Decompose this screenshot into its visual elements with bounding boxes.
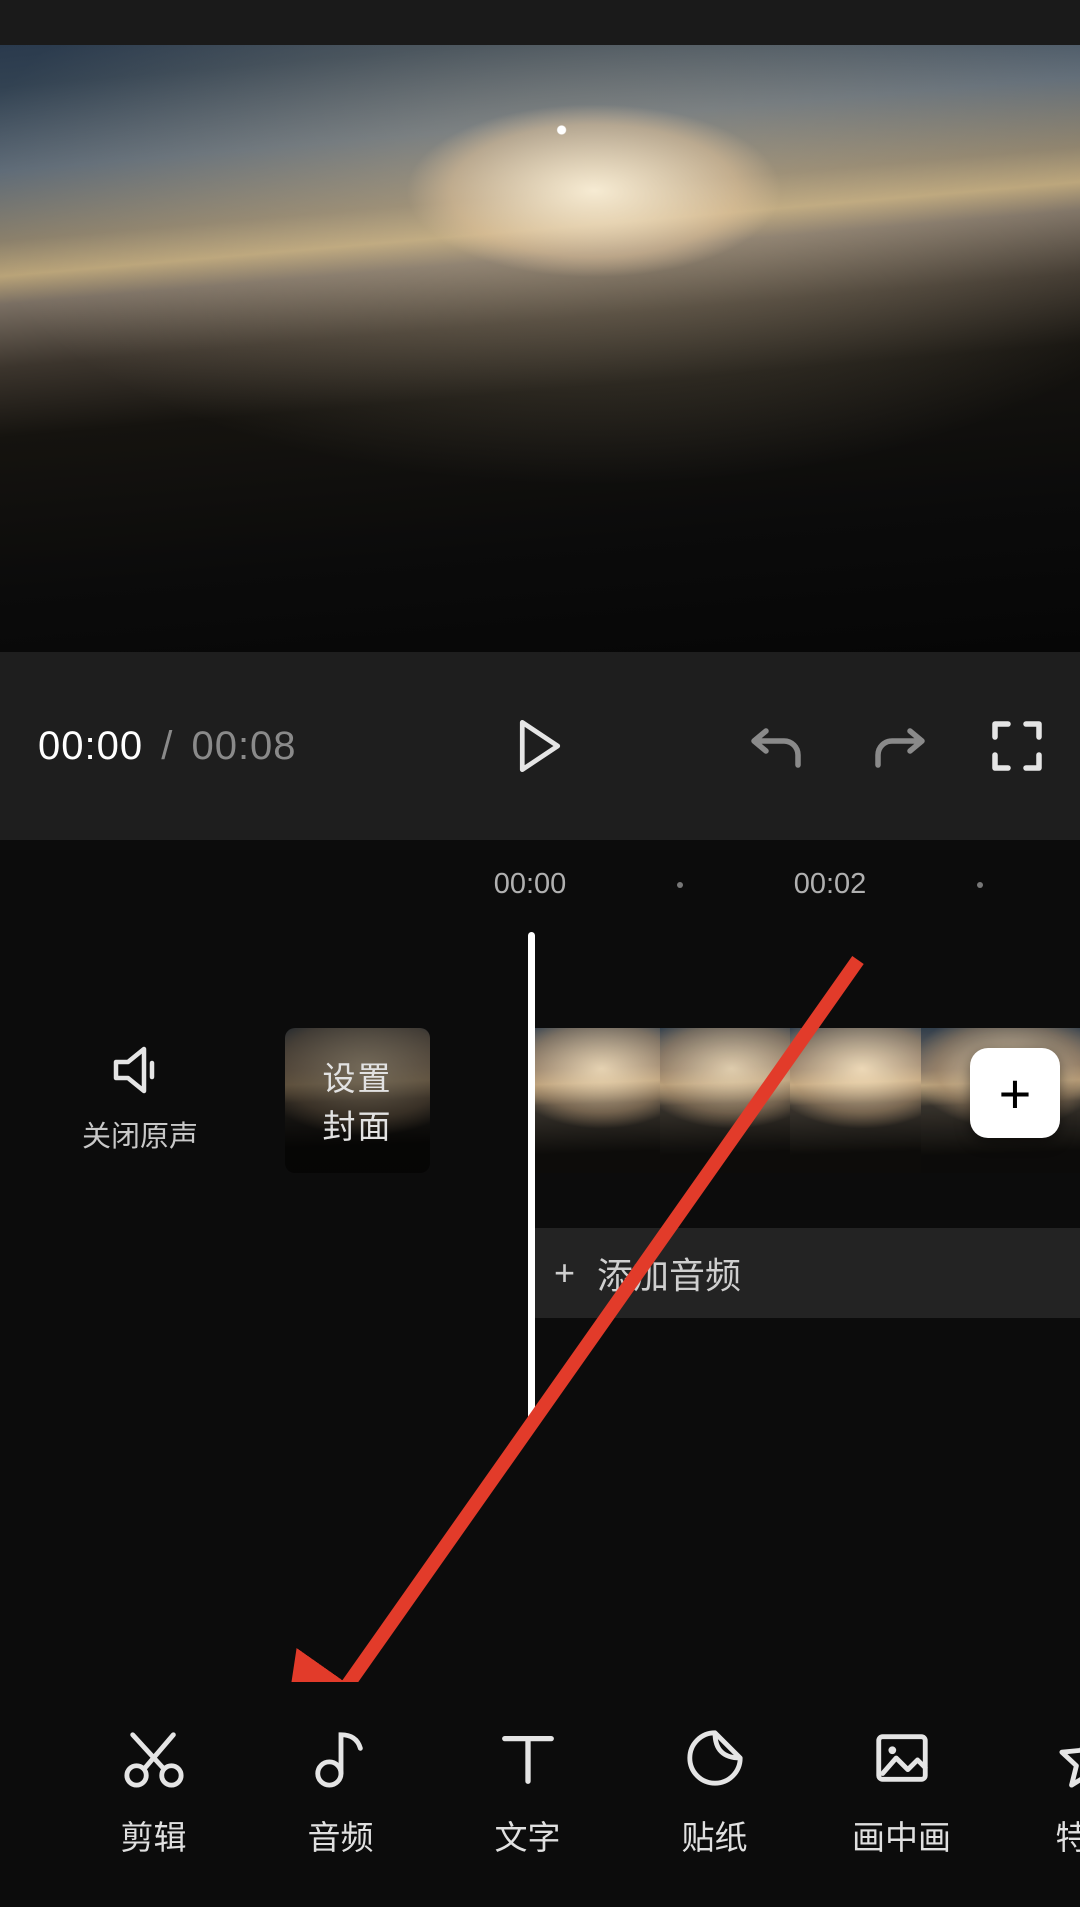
- star-icon: [1058, 1727, 1080, 1789]
- tool-pip[interactable]: 画中画: [808, 1727, 995, 1859]
- time-ruler: 00:00 00:02: [0, 868, 1080, 908]
- add-clip-button[interactable]: +: [970, 1048, 1060, 1138]
- total-time: 00:08: [191, 724, 296, 768]
- tool-audio[interactable]: 音频: [247, 1727, 434, 1859]
- tool-label-sticker: 贴纸: [682, 1811, 748, 1859]
- fullscreen-button[interactable]: [992, 721, 1042, 771]
- ruler-mark-1: 00:02: [794, 868, 867, 901]
- plus-icon: +: [999, 1061, 1032, 1126]
- undo-button[interactable]: [748, 721, 806, 771]
- plus-icon: +: [554, 1252, 575, 1294]
- add-audio-track[interactable]: + 添加音频: [530, 1228, 1080, 1318]
- speaker-icon: [112, 1045, 168, 1095]
- timeline[interactable]: 00:00 00:02 关闭原声 设置 封面: [0, 840, 1080, 1682]
- bottom-toolbar: 剪辑 音频 文字 贴纸: [0, 1682, 1080, 1907]
- tool-text[interactable]: 文字: [434, 1727, 621, 1859]
- tool-sticker[interactable]: 贴纸: [621, 1727, 808, 1859]
- fullscreen-icon: [992, 721, 1042, 771]
- set-cover-button[interactable]: 设置 封面: [285, 1028, 430, 1173]
- sticker-icon: [684, 1727, 746, 1789]
- playhead[interactable]: [528, 932, 535, 1427]
- play-icon: [517, 720, 563, 772]
- mute-original-audio[interactable]: 关闭原声: [0, 1045, 280, 1155]
- tool-label-effect: 特效: [1056, 1811, 1080, 1859]
- current-time: 00:00: [38, 724, 143, 768]
- tool-label-pip: 画中画: [852, 1811, 951, 1859]
- play-button[interactable]: [517, 720, 563, 772]
- redo-button[interactable]: [870, 721, 928, 771]
- tool-label-audio: 音频: [308, 1811, 374, 1859]
- time-display: 00:00 / 00:08: [38, 724, 297, 769]
- preview-viewport[interactable]: [0, 45, 1080, 652]
- time-separator: /: [143, 724, 191, 768]
- cover-line-1: 设置: [323, 1052, 393, 1100]
- tool-cut[interactable]: 剪辑: [60, 1727, 247, 1859]
- ruler-dot-2: [977, 882, 983, 888]
- ruler-mark-0: 00:00: [494, 868, 567, 901]
- picture-icon: [871, 1727, 933, 1789]
- tool-label-text: 文字: [495, 1811, 561, 1859]
- mute-label: 关闭原声: [82, 1113, 198, 1155]
- cover-line-2: 封面: [323, 1100, 393, 1148]
- music-note-icon: [310, 1727, 372, 1789]
- scissors-icon: [123, 1727, 185, 1789]
- tool-label-cut: 剪辑: [121, 1811, 187, 1859]
- transport-bar: 00:00 / 00:08: [0, 652, 1080, 840]
- ruler-dot-1: [677, 882, 683, 888]
- tool-effect[interactable]: 特效: [995, 1727, 1080, 1859]
- text-icon: [497, 1727, 559, 1789]
- undo-icon: [748, 721, 806, 771]
- add-audio-label: 添加音频: [597, 1247, 741, 1299]
- status-bar: [0, 0, 1080, 45]
- redo-icon: [870, 721, 928, 771]
